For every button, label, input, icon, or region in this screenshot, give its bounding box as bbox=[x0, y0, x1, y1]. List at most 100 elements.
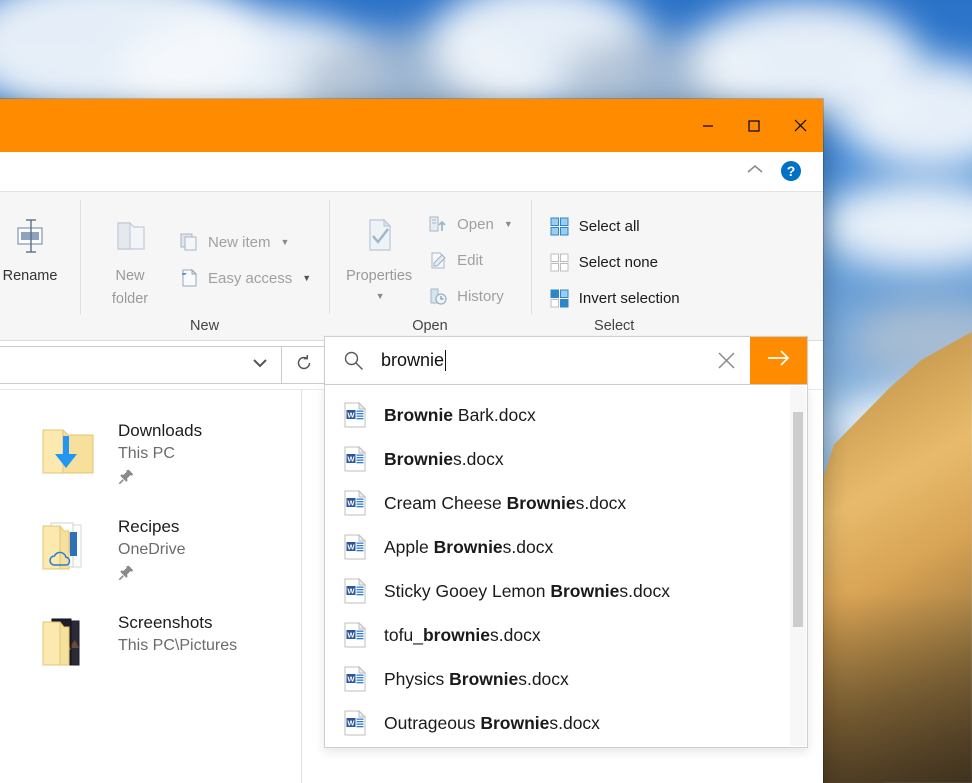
refresh-button[interactable] bbox=[281, 346, 327, 384]
scrollbar-thumb[interactable] bbox=[793, 412, 803, 627]
help-icon[interactable]: ? bbox=[781, 161, 801, 181]
quick-access-pane: Downloads This PC bbox=[0, 390, 302, 783]
clear-search-button[interactable] bbox=[702, 337, 750, 384]
search-suggestions-dropdown: W Brownie Bark.docx WBrownies.docxWCream C… bbox=[324, 385, 808, 748]
properties-button[interactable]: Properties ▼ bbox=[339, 198, 419, 318]
chevron-down-icon[interactable]: ▼ bbox=[281, 237, 290, 247]
easy-access-label: Easy access bbox=[208, 270, 292, 287]
word-document-icon: W bbox=[344, 578, 366, 604]
ribbon-group-new: New folder New item ▼ bbox=[80, 192, 329, 340]
rename-icon bbox=[9, 210, 51, 262]
downloads-folder-icon bbox=[32, 416, 104, 482]
open-button[interactable]: Open ▼ bbox=[419, 206, 521, 242]
quick-access-location: This PC bbox=[118, 442, 202, 466]
window-controls bbox=[685, 99, 823, 152]
ribbon-group-open: Properties ▼ Open bbox=[329, 192, 531, 340]
chevron-down-icon[interactable]: ▼ bbox=[376, 291, 385, 301]
select-all-icon bbox=[549, 215, 571, 237]
word-document-icon: W bbox=[344, 490, 366, 516]
title-bar bbox=[0, 99, 823, 152]
suggestion-item[interactable]: W Sticky Gooey Lemon Brownies.docx bbox=[325, 569, 807, 613]
quick-access-name: Recipes bbox=[118, 516, 186, 538]
search-area: brownie W Brownie Bark.docx WBrownies.docx… bbox=[324, 336, 808, 748]
svg-text:W: W bbox=[347, 674, 355, 683]
history-icon bbox=[427, 285, 449, 307]
open-label: Open bbox=[457, 216, 494, 233]
search-go-button[interactable] bbox=[750, 337, 807, 384]
arrow-right-icon bbox=[766, 348, 792, 373]
ribbon-help-row: ? bbox=[0, 152, 823, 191]
svg-text:W: W bbox=[347, 542, 355, 551]
suggestion-item[interactable]: WOutrageous Brownies.docx bbox=[325, 701, 807, 745]
onedrive-cloud-icon bbox=[48, 550, 74, 573]
collapse-ribbon-icon[interactable] bbox=[745, 162, 765, 180]
history-label: History bbox=[457, 288, 504, 305]
suggestion-item[interactable]: Wtofu_brownies.docx bbox=[325, 613, 807, 657]
ribbon-group-label: New bbox=[80, 318, 329, 340]
maximize-button[interactable] bbox=[731, 99, 777, 152]
properties-label: Properties bbox=[346, 268, 412, 285]
quick-access-name: Screenshots bbox=[118, 612, 237, 634]
address-bar[interactable] bbox=[0, 346, 281, 384]
svg-text:W: W bbox=[347, 586, 355, 595]
ribbon-group-organize: Rename bbox=[0, 192, 80, 340]
refresh-icon bbox=[295, 354, 313, 377]
select-all-label: Select all bbox=[579, 218, 640, 235]
invert-selection-icon bbox=[549, 287, 571, 309]
chevron-down-icon[interactable]: ▼ bbox=[302, 273, 311, 283]
new-folder-button[interactable]: New folder bbox=[90, 198, 170, 318]
search-input[interactable]: brownie bbox=[381, 350, 702, 371]
edit-icon bbox=[427, 249, 449, 271]
screenshots-folder-icon bbox=[32, 608, 104, 674]
suggestion-label: Physics Brownies.docx bbox=[384, 669, 569, 690]
close-button[interactable] bbox=[777, 99, 823, 152]
history-button[interactable]: History bbox=[419, 278, 521, 314]
quick-access-item-screenshots[interactable]: Screenshots This PC\Pictures bbox=[0, 600, 301, 696]
invert-selection-button[interactable]: Invert selection bbox=[541, 280, 688, 316]
svg-text:W: W bbox=[347, 498, 355, 507]
suggestion-item[interactable]: WApple Brownies.docx bbox=[325, 525, 807, 569]
svg-text:W: W bbox=[347, 630, 355, 639]
word-document-icon: W bbox=[344, 622, 366, 648]
new-item-button[interactable]: New item ▼ bbox=[170, 224, 319, 260]
select-all-button[interactable]: Select all bbox=[541, 208, 688, 244]
ribbon-group-select: Select all Select none bbox=[531, 192, 698, 340]
quick-access-item-downloads[interactable]: Downloads This PC bbox=[0, 408, 301, 504]
pin-icon bbox=[118, 564, 186, 586]
suggestion-label: Brownie Bark.docx bbox=[384, 405, 536, 426]
select-none-button[interactable]: Select none bbox=[541, 244, 688, 280]
easy-access-button[interactable]: Easy access ▼ bbox=[170, 260, 319, 296]
ribbon-toolbar: Rename New folder bbox=[0, 191, 823, 341]
word-document-icon: W bbox=[344, 666, 366, 692]
new-item-icon bbox=[178, 231, 200, 253]
ribbon-group-label bbox=[0, 334, 80, 340]
quick-access-item-recipes[interactable]: Recipes OneDrive bbox=[0, 504, 301, 600]
word-document-icon: W bbox=[344, 446, 366, 472]
chevron-down-icon[interactable]: ▼ bbox=[504, 219, 513, 229]
suggestion-item[interactable]: W Brownie Bark.docx bbox=[325, 393, 807, 437]
edit-button[interactable]: Edit bbox=[419, 242, 521, 278]
word-document-icon: W bbox=[344, 534, 366, 560]
suggestion-label: tofu_brownies.docx bbox=[384, 625, 541, 646]
open-icon bbox=[427, 213, 449, 235]
suggestion-item[interactable]: WBrownies.docx bbox=[325, 437, 807, 481]
suggestion-label: Outrageous Brownies.docx bbox=[384, 713, 600, 734]
minimize-button[interactable] bbox=[685, 99, 731, 152]
word-document-icon: W bbox=[344, 402, 366, 428]
select-none-label: Select none bbox=[579, 254, 658, 271]
edit-label: Edit bbox=[457, 252, 483, 269]
new-folder-icon bbox=[108, 210, 152, 262]
text-cursor bbox=[445, 350, 446, 371]
address-history-icon[interactable] bbox=[251, 356, 269, 374]
suggestion-item[interactable]: WCream Cheese Brownies.docx bbox=[325, 481, 807, 525]
dropdown-scrollbar[interactable] bbox=[790, 386, 806, 746]
easy-access-icon bbox=[178, 267, 200, 289]
suggestion-label: Sticky Gooey Lemon Brownies.docx bbox=[384, 581, 670, 602]
invert-selection-label: Invert selection bbox=[579, 290, 680, 307]
quick-access-name: Downloads bbox=[118, 420, 202, 442]
suggestion-item[interactable]: W Physics Brownies.docx bbox=[325, 657, 807, 701]
rename-button[interactable]: Rename bbox=[0, 198, 70, 334]
new-folder-label-line1: New bbox=[115, 268, 144, 285]
quick-access-location: This PC\Pictures bbox=[118, 634, 237, 658]
properties-icon bbox=[357, 210, 401, 262]
